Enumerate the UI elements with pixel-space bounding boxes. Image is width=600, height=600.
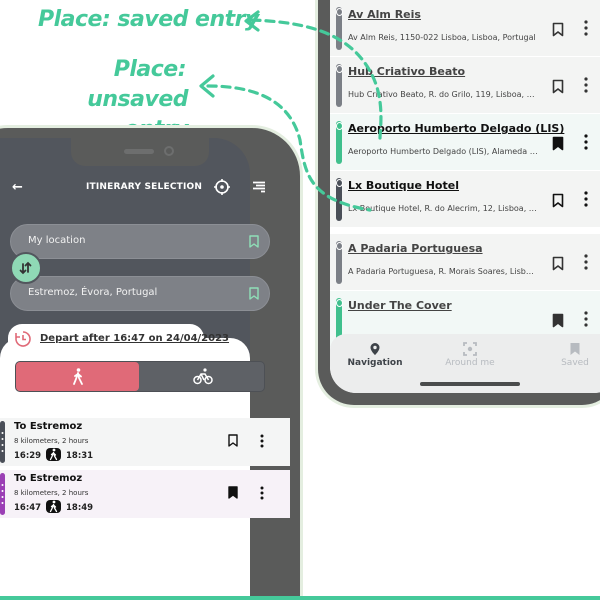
itinerary-times: 16:47 18:49 [14, 500, 94, 514]
place-address: Av Alm Reis, 1150-022 Lisboa, Lisboa, Po… [348, 33, 536, 42]
more-options-icon[interactable] [584, 254, 588, 270]
place-row-saved[interactable]: Aeroporto Humberto Delgado (LIS) Aeropor… [330, 114, 600, 170]
swap-arrows-icon [19, 261, 32, 275]
place-address: Hub Criativo Beato, R. do Grilo, 119, Li… [348, 90, 538, 99]
bike-icon [193, 368, 213, 385]
place-name[interactable]: Av Alm Reis [348, 8, 421, 21]
phone-places: Av Alm Reis Av Alm Reis, 1150-022 Lisboa… [318, 0, 600, 405]
depart-time: 16:29 [14, 451, 42, 461]
bookmark-outline-icon[interactable] [552, 79, 564, 94]
nav-label: Around me [445, 358, 495, 368]
place-name[interactable]: Under The Cover [348, 299, 452, 312]
more-options-icon[interactable] [260, 486, 264, 500]
itinerary-destination: To Estremoz [14, 421, 83, 432]
nav-tab-around-me[interactable]: Around me [430, 342, 510, 368]
walk-badge-icon [46, 500, 62, 513]
locate-icon[interactable] [214, 179, 230, 195]
arrive-time: 18:31 [66, 451, 94, 461]
nav-label: Navigation [347, 358, 403, 368]
depart-time-link[interactable]: Depart after 16:47 on 24/04/2023 [40, 333, 229, 344]
itinerary-times: 16:29 18:31 [14, 448, 94, 462]
to-field-value: Estremoz, Évora, Portugal [28, 287, 158, 298]
bookmark-outline-icon[interactable] [249, 287, 259, 300]
bottom-navigation: Navigation Around me Saved [330, 334, 600, 393]
places-screen: Av Alm Reis Av Alm Reis, 1150-022 Lisboa… [330, 0, 600, 393]
to-field[interactable]: Estremoz, Évora, Portugal [10, 276, 270, 311]
mode-toggle [15, 361, 265, 392]
mode-walk-button[interactable] [16, 362, 139, 391]
more-options-icon[interactable] [584, 191, 588, 207]
focus-icon [463, 342, 477, 356]
from-field-value: My location [28, 235, 86, 246]
bottom-accent-rule [0, 596, 600, 600]
menu-icon[interactable] [252, 181, 266, 193]
nav-tab-saved[interactable]: Saved [535, 342, 600, 368]
from-field[interactable]: My location [10, 224, 270, 259]
place-address: A Padaria Portuguesa, R. Morais Soares, … [348, 267, 538, 276]
place-name[interactable]: Lx Boutique Hotel [348, 179, 459, 192]
bookmark-outline-icon[interactable] [552, 256, 564, 271]
itinerary-summary: 8 kilometers, 2 hours [14, 437, 89, 445]
back-arrow-icon[interactable]: ← [12, 180, 23, 195]
itinerary-content: ← ITINERARY SELECTION My location Estrem… [0, 138, 290, 600]
place-row[interactable]: Lx Boutique Hotel Lx Boutique Hotel, R. … [330, 171, 600, 227]
place-address: Lx Boutique Hotel, R. do Alecrim, 12, Li… [348, 204, 538, 213]
place-row[interactable]: A Padaria Portuguesa A Padaria Portugues… [330, 234, 600, 290]
place-name[interactable]: Hub Criativo Beato [348, 65, 465, 78]
bookmark-filled-icon[interactable] [552, 136, 564, 151]
route-strip [0, 421, 5, 463]
map-pin-icon [370, 343, 380, 355]
home-indicator [420, 382, 520, 386]
swap-button[interactable] [10, 252, 42, 284]
arrive-time: 18:49 [66, 503, 94, 513]
nav-label: Saved [561, 358, 589, 368]
bookmark-filled-icon[interactable] [552, 313, 564, 328]
clock-icon [15, 331, 31, 347]
place-row[interactable]: Av Alm Reis Av Alm Reis, 1150-022 Lisboa… [330, 0, 600, 56]
place-strip [336, 178, 343, 221]
place-list: Av Alm Reis Av Alm Reis, 1150-022 Lisboa… [330, 0, 600, 348]
depart-time: 16:47 [14, 503, 42, 513]
place-row[interactable]: Hub Criativo Beato Hub Criativo Beato, R… [330, 57, 600, 113]
place-strip [336, 241, 343, 284]
place-strip [336, 121, 343, 164]
place-strip [336, 64, 343, 107]
place-strip [336, 7, 343, 50]
route-strip [0, 473, 5, 515]
itinerary-summary: 8 kilometers, 2 hours [14, 489, 89, 497]
screen-title: ITINERARY SELECTION [86, 182, 203, 192]
bookmark-icon [570, 343, 580, 355]
place-name[interactable]: Aeroporto Humberto Delgado (LIS) [348, 122, 564, 135]
place-name[interactable]: A Padaria Portuguesa [348, 242, 483, 255]
place-address: Aeroporto Humberto Delgado (LIS), Alamed… [348, 147, 538, 156]
annotation-unsaved-line1: Place: [113, 57, 187, 82]
walk-badge-icon [46, 448, 62, 461]
itinerary-row[interactable]: To Estremoz 8 kilometers, 2 hours 16:29 … [0, 418, 290, 466]
more-options-icon[interactable] [584, 311, 588, 327]
mode-bike-button[interactable] [139, 362, 264, 391]
bookmark-outline-icon[interactable] [249, 235, 259, 248]
more-options-icon[interactable] [584, 20, 588, 36]
walk-icon [73, 368, 83, 385]
bookmark-outline-icon[interactable] [552, 22, 564, 37]
top-bar: ← ITINERARY SELECTION [0, 178, 265, 198]
bookmark-outline-icon[interactable] [552, 193, 564, 208]
bookmark-outline-icon[interactable] [228, 434, 238, 447]
itinerary-destination: To Estremoz [14, 473, 83, 484]
more-options-icon[interactable] [584, 134, 588, 150]
bookmark-filled-icon[interactable] [228, 486, 238, 499]
itinerary-row-saved[interactable]: To Estremoz 8 kilometers, 2 hours 16:47 … [0, 470, 290, 518]
annotation-saved-entry: Place: saved entry [38, 7, 259, 32]
nav-tab-navigation[interactable]: Navigation [335, 342, 415, 368]
more-options-icon[interactable] [260, 434, 264, 448]
arrowhead-unsaved [199, 74, 215, 98]
more-options-icon[interactable] [584, 77, 588, 93]
